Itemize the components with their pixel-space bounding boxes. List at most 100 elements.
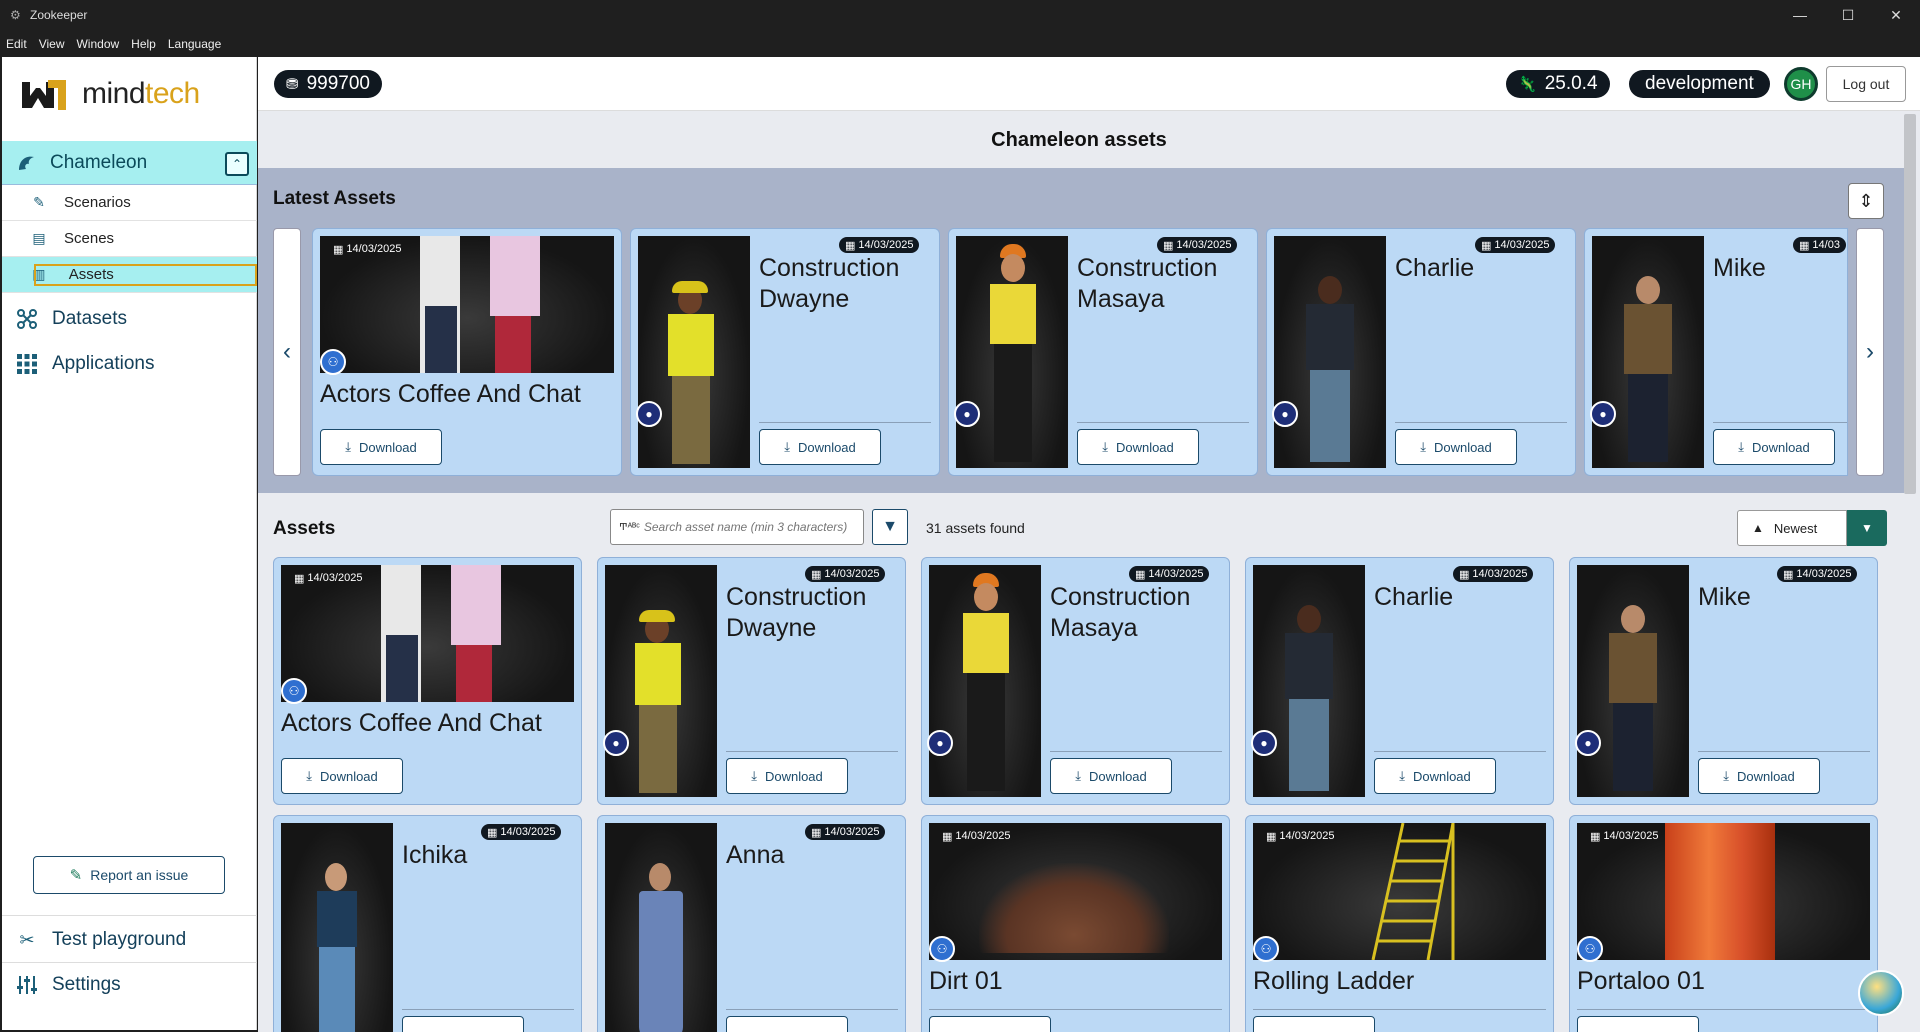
- calendar-icon: ▦: [487, 826, 498, 839]
- asset-name: Dirt 01: [929, 967, 1003, 995]
- latest-card-1[interactable]: ▦ 14/03/2025 ⚇ Actors Coffee And Chat ⤓ Do…: [312, 228, 622, 476]
- scene-type-icon: ⚇: [320, 349, 346, 375]
- download-button[interactable]: [929, 1016, 1051, 1032]
- carousel-prev-button[interactable]: ‹: [273, 228, 301, 476]
- nav-scenarios[interactable]: ✎ Scenarios: [2, 185, 257, 221]
- collapse-chameleon-icon[interactable]: ⌃: [225, 152, 249, 176]
- nav-settings[interactable]: Settings: [2, 963, 257, 1007]
- person-type-icon: ●: [954, 401, 980, 427]
- scenes-icon: ▤: [32, 230, 46, 246]
- date-badge: ▦ 14/03/2025: [1453, 566, 1534, 582]
- asset-card[interactable]: ▦ 14/03/2025 ● Construction Dwayne ⤓ Downl…: [597, 557, 906, 805]
- date-badge: ▦ 14/03/2025: [839, 237, 920, 253]
- filter-icon[interactable]: ▼: [872, 509, 908, 545]
- logo-text: mindtech: [82, 76, 200, 110]
- download-button[interactable]: ⤓ Download: [1395, 429, 1517, 465]
- asset-card[interactable]: ▦ 14/03/2025 Anna: [597, 815, 906, 1032]
- asset-card[interactable]: ▦ 14/03/2025 ● Mike ⤓ Download: [1569, 557, 1878, 805]
- assistant-widget-icon[interactable]: [1858, 970, 1904, 1016]
- asset-thumbnail: [1592, 236, 1704, 468]
- download-button[interactable]: ⤓ Download: [1077, 429, 1199, 465]
- coins-icon: ⛃: [286, 76, 299, 93]
- date-badge: ▦ 14/03/2025: [942, 830, 1011, 843]
- minimize-button[interactable]: —: [1776, 0, 1824, 30]
- download-button[interactable]: ⤓ Download: [320, 429, 442, 465]
- result-count: 31 assets found: [926, 520, 1025, 536]
- scene-type-icon: ⚇: [281, 678, 307, 704]
- asset-name: Charlie: [1374, 583, 1454, 611]
- window-title: Zookeeper: [30, 8, 88, 22]
- download-button[interactable]: [726, 1016, 848, 1032]
- object-type-icon: ⚇: [929, 936, 955, 962]
- latest-card-4[interactable]: ▦ 14/03/2025 ● Charlie ⤓ Download: [1266, 228, 1576, 476]
- latest-card-5[interactable]: ▦ 14/03 ● Mike ⤓ Download: [1584, 228, 1848, 476]
- calendar-icon: ▦: [811, 568, 822, 581]
- asset-name: Construction Masaya: [1050, 583, 1191, 642]
- close-button[interactable]: ✕: [1872, 0, 1920, 30]
- nav-scenes[interactable]: ▤ Scenes: [2, 221, 257, 257]
- download-button[interactable]: [1253, 1016, 1375, 1032]
- asset-thumbnail: [929, 565, 1041, 797]
- asset-thumbnail: [281, 823, 393, 1032]
- download-button[interactable]: ⤓ Download: [1698, 758, 1820, 794]
- download-button[interactable]: ⤓ Download: [1050, 758, 1172, 794]
- credits-value: 999700: [306, 73, 370, 94]
- divider: [1077, 422, 1249, 423]
- menu-edit[interactable]: Edit: [6, 37, 27, 51]
- collapse-section-icon[interactable]: ⇕: [1848, 183, 1884, 219]
- main-content: ⛃ 999700 🦎 25.0.4 development GH Log out…: [258, 57, 1920, 1032]
- calendar-icon: ▦: [1481, 239, 1492, 252]
- nav-chameleon-label: Chameleon: [50, 151, 148, 173]
- report-issue-button[interactable]: ✎ Report an issue: [33, 856, 225, 894]
- nav-datasets[interactable]: Datasets: [2, 297, 257, 341]
- maximize-button[interactable]: ☐: [1824, 0, 1872, 30]
- logout-button[interactable]: Log out: [1826, 66, 1906, 102]
- avatar[interactable]: GH: [1784, 67, 1818, 101]
- search-field[interactable]: Ͳᴬᴮᶜ: [610, 509, 864, 545]
- menu-window[interactable]: Window: [76, 37, 119, 51]
- menu-view[interactable]: View: [39, 37, 65, 51]
- download-button[interactable]: ⤓ Download: [759, 429, 881, 465]
- asset-card[interactable]: ▦ 14/03/2025 ⚇ Actors Coffee And Chat ⤓ Do…: [273, 557, 582, 805]
- title-bar: ⚙ Zookeeper — ☐ ✕: [0, 0, 1920, 30]
- shapes-icon: ▲: [1752, 521, 1764, 535]
- search-input[interactable]: [643, 520, 859, 534]
- date-badge: ▦ 14/03/2025: [805, 824, 886, 840]
- download-button[interactable]: ⤓ Download: [726, 758, 848, 794]
- download-button[interactable]: ⤓ Download: [281, 758, 403, 794]
- date-badge: ▦ 14/03/2025: [805, 566, 886, 582]
- asset-card[interactable]: ▦ 14/03/2025 ● Charlie ⤓ Download: [1245, 557, 1554, 805]
- asset-card[interactable]: ▦ 14/03/2025 ● Construction Masaya ⤓ Downl…: [921, 557, 1230, 805]
- sort-select[interactable]: ▲ Newest: [1737, 510, 1847, 546]
- divider: [1374, 751, 1546, 752]
- nav-assets-label: Assets: [33, 263, 257, 286]
- window-controls: — ☐ ✕: [1776, 0, 1920, 30]
- asset-card[interactable]: ▦ 14/03/2025 ⚇ Dirt 01: [921, 815, 1230, 1032]
- asset-thumbnail: [638, 236, 750, 468]
- nav-chameleon[interactable]: Chameleon ⌃: [2, 141, 257, 185]
- latest-card-3[interactable]: ▦ 14/03/2025 ● Construction Masaya ⤓ Downl…: [948, 228, 1258, 476]
- asset-card[interactable]: ▦ 14/03/2025 Ichika: [273, 815, 582, 1032]
- nav-assets[interactable]: ▥ Assets: [2, 257, 257, 293]
- download-button[interactable]: [402, 1016, 524, 1032]
- menu-help[interactable]: Help: [131, 37, 156, 51]
- date-badge: ▦ 14/03/2025: [1157, 237, 1238, 253]
- nav-test-playground[interactable]: ✂ Test playground: [2, 918, 257, 962]
- download-icon: ⤓: [1723, 768, 1729, 783]
- asset-name: Rolling Ladder: [1253, 967, 1415, 995]
- download-button[interactable]: ⤓ Download: [1374, 758, 1496, 794]
- menu-bar: Edit View Window Help Language: [0, 30, 1920, 57]
- scrollbar[interactable]: [1904, 114, 1916, 494]
- asset-thumbnail: [1577, 565, 1689, 797]
- download-button[interactable]: [1577, 1016, 1699, 1032]
- latest-card-2[interactable]: ▦ 14/03/2025 ● Construction Dwayne ⤓ Downl…: [630, 228, 940, 476]
- nav-applications[interactable]: Applications: [2, 342, 257, 386]
- nav-scenarios-label: Scenarios: [64, 194, 131, 211]
- download-button[interactable]: ⤓ Download: [1713, 429, 1835, 465]
- menu-language[interactable]: Language: [168, 37, 221, 51]
- calendar-icon: ▦: [1590, 830, 1601, 843]
- carousel-next-button[interactable]: ›: [1856, 228, 1884, 476]
- sort-dropdown-icon[interactable]: ▼: [1847, 510, 1887, 546]
- asset-card[interactable]: ▦ 14/03/2025 ⚇ Rolling Ladder: [1245, 815, 1554, 1032]
- asset-card[interactable]: ▦ 14/03/2025 ⚇ Portaloo 01: [1569, 815, 1878, 1032]
